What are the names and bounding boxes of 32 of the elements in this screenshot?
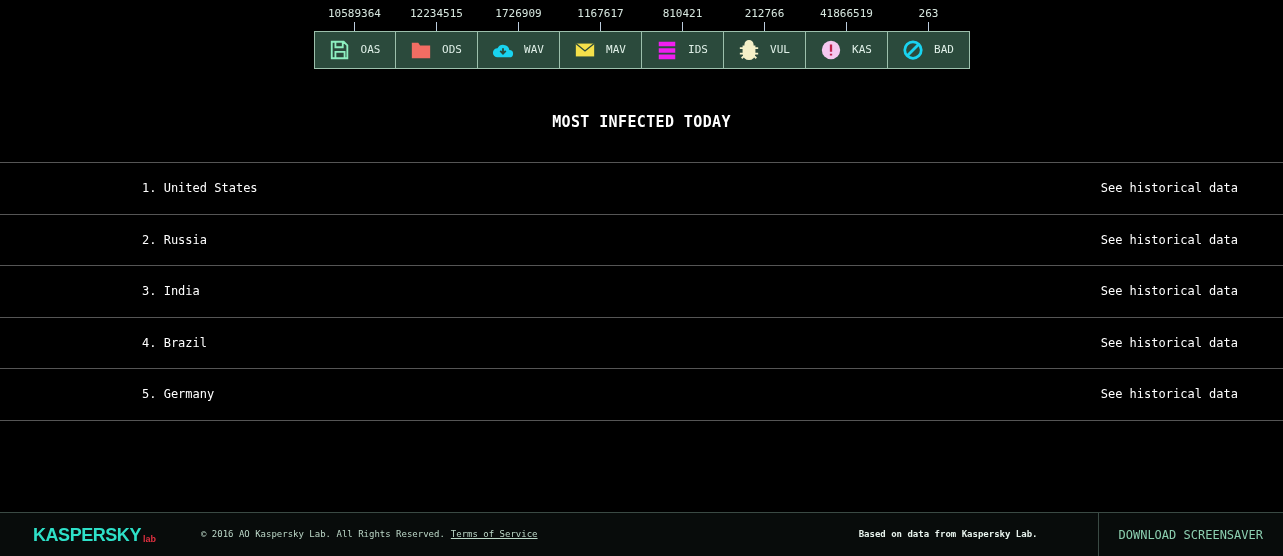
historical-data-link[interactable]: See historical data <box>1100 282 1238 301</box>
country-name: 3. India <box>142 283 200 301</box>
country-name: 5. Germany <box>142 386 215 404</box>
legend-item: IDS <box>641 31 724 69</box>
legend-item: VUL <box>723 31 806 69</box>
count-label: 1167617 <box>577 6 624 22</box>
count-label: 10589364 <box>328 6 381 22</box>
country-name: 1. United States <box>142 180 258 198</box>
country-name: 2. Russia <box>142 231 208 249</box>
historical-data-link[interactable]: See historical data <box>1100 333 1238 352</box>
legend-item: ODS <box>395 31 478 69</box>
terms-link[interactable]: Terms of Service <box>450 527 538 542</box>
historical-data-link[interactable]: See historical data <box>1100 385 1238 404</box>
country-name: 4. Brazil <box>142 334 208 352</box>
legend-item: MAV <box>559 31 642 69</box>
copyright-text: © 2016 AO Kaspersky Lab. All Rights Reserved. <box>201 527 445 541</box>
legend-item: WAV <box>477 31 560 69</box>
legend-item: KAS <box>805 31 888 69</box>
historical-data-link[interactable]: See historical data <box>1100 179 1238 198</box>
historical-data-link[interactable]: See historical data <box>1100 230 1238 249</box>
count-label: 810421 <box>662 6 703 22</box>
section-heading: MOST INFECTED TODAY <box>552 112 731 131</box>
download-screensaver-link[interactable]: DOWNLOAD SCREENSAVER <box>1097 513 1283 556</box>
legend-item: BAD <box>887 31 970 69</box>
count-label: 41866519 <box>820 6 873 22</box>
source-note: Based on data from Kaspersky Lab. <box>858 527 1038 541</box>
count-label: 263 <box>918 6 939 22</box>
count-label: 212766 <box>744 6 785 22</box>
legend-item: OAS <box>313 31 396 69</box>
logo: KASPERSKY lab <box>33 525 156 544</box>
count-label: 12234515 <box>410 6 463 22</box>
count-label: 1726909 <box>495 6 542 22</box>
